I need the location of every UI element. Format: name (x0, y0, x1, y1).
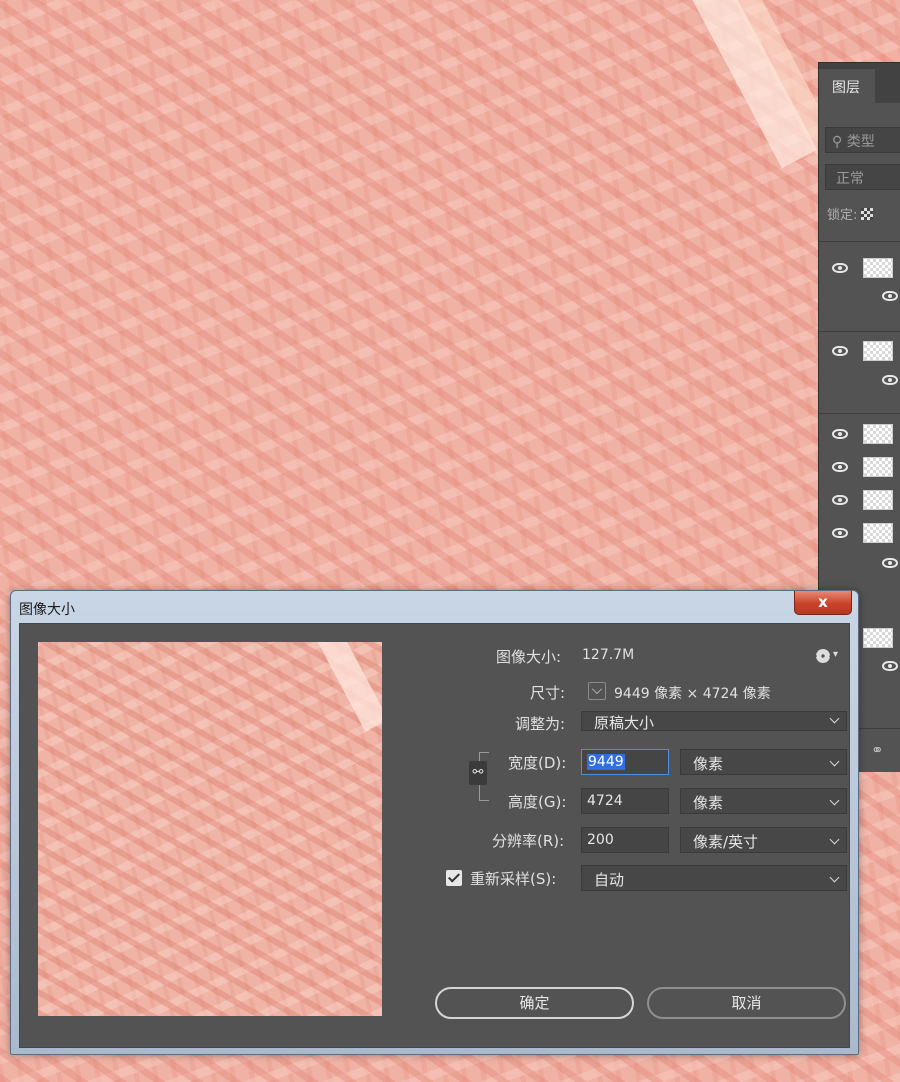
resolution-unit-dropdown[interactable]: 像素/英寸 (680, 827, 847, 853)
image-size-value: 127.7M (582, 647, 635, 663)
layer-thumbnail (863, 628, 893, 648)
link-layers-icon[interactable]: ⚭ (871, 741, 884, 759)
height-value: 4724 (587, 793, 623, 809)
resolution-input[interactable]: 200 (581, 827, 669, 853)
constrain-proportions-link-icon[interactable]: ⚯ (469, 761, 487, 785)
height-unit-value: 像素 (693, 794, 724, 812)
eye-icon[interactable] (882, 558, 898, 568)
eye-icon[interactable] (832, 495, 848, 505)
fit-to-label: 调整为: (515, 715, 566, 733)
resolution-unit-value: 像素/英寸 (693, 833, 759, 851)
chevron-down-icon (829, 834, 840, 845)
eye-icon[interactable] (882, 291, 898, 301)
divider (819, 331, 900, 332)
eye-icon[interactable] (832, 528, 848, 538)
preview-highlight (313, 642, 382, 732)
tab-layers[interactable]: 图层 (819, 69, 875, 103)
layer-thumbnail (863, 457, 893, 477)
gear-menu-chevron-icon[interactable]: ▾ (833, 649, 838, 660)
layer-thumbnail (863, 258, 893, 278)
gear-icon[interactable] (816, 649, 830, 663)
layer-thumbnail (863, 341, 893, 361)
resample-label: 重新采样(S): (470, 870, 557, 888)
chevron-down-icon (829, 872, 840, 883)
eye-icon[interactable] (832, 462, 848, 472)
width-unit-dropdown[interactable]: 像素 (680, 749, 847, 775)
dialog-title: 图像大小 (19, 602, 75, 618)
chevron-down-icon (829, 713, 840, 724)
close-button[interactable]: x (794, 591, 852, 615)
divider (819, 413, 900, 414)
width-input[interactable]: 9449 (581, 749, 669, 775)
image-preview[interactable] (38, 642, 382, 1016)
ok-button[interactable]: 确定 (435, 987, 634, 1019)
width-value: 9449 (587, 754, 625, 770)
blend-mode-dropdown[interactable]: 正常 (825, 164, 900, 190)
layers-tab-bar: 图层 (819, 63, 900, 103)
lock-row: 锁定: (827, 204, 874, 223)
cancel-button[interactable]: 取消 (647, 987, 846, 1019)
fit-to-dropdown[interactable]: 原稿大小 (581, 711, 847, 732)
dimensions-value: 9449 像素 × 4724 像素 (614, 686, 771, 702)
lock-label: 锁定: (827, 208, 858, 223)
resolution-label: 分辨率(R): (492, 832, 565, 850)
height-unit-dropdown[interactable]: 像素 (680, 788, 847, 814)
dialog-body: 图像大小: 127.7M ▾ 尺寸: 9449 像素 × 4724 像素 调整为… (19, 623, 850, 1048)
layer-thumbnail (863, 490, 893, 510)
resolution-value: 200 (587, 832, 614, 848)
width-unit-value: 像素 (693, 755, 724, 773)
search-icon: ⚲ (832, 134, 843, 150)
fit-to-value: 原稿大小 (594, 714, 655, 732)
dimensions-label: 尺寸: (530, 684, 566, 702)
lock-transparency-icon[interactable] (861, 208, 874, 220)
image-size-label: 图像大小: (496, 648, 562, 666)
chevron-down-icon (829, 756, 840, 767)
layer-filter-placeholder: 类型 (846, 134, 875, 150)
layer-thumbnail (863, 523, 893, 543)
eye-icon[interactable] (832, 429, 848, 439)
eye-icon[interactable] (882, 661, 898, 671)
resample-checkbox[interactable] (446, 870, 462, 886)
divider (819, 241, 900, 242)
image-size-dialog: 图像大小 x 图像大小: 127.7M ▾ 尺寸: 9449 像素 × 4724… (10, 590, 859, 1055)
width-label: 宽度(D): (508, 754, 567, 772)
resample-method-value: 自动 (594, 871, 625, 889)
height-input[interactable]: 4724 (581, 788, 669, 814)
eye-icon[interactable] (882, 375, 898, 385)
chevron-down-icon (829, 795, 840, 806)
layer-filter-search[interactable]: ⚲ 类型 (825, 127, 900, 153)
eye-icon[interactable] (832, 346, 848, 356)
layer-thumbnail (863, 424, 893, 444)
resample-method-dropdown[interactable]: 自动 (581, 865, 847, 891)
dimensions-units-toggle[interactable] (588, 682, 606, 700)
height-label: 高度(G): (508, 793, 567, 811)
eye-icon[interactable] (832, 263, 848, 273)
